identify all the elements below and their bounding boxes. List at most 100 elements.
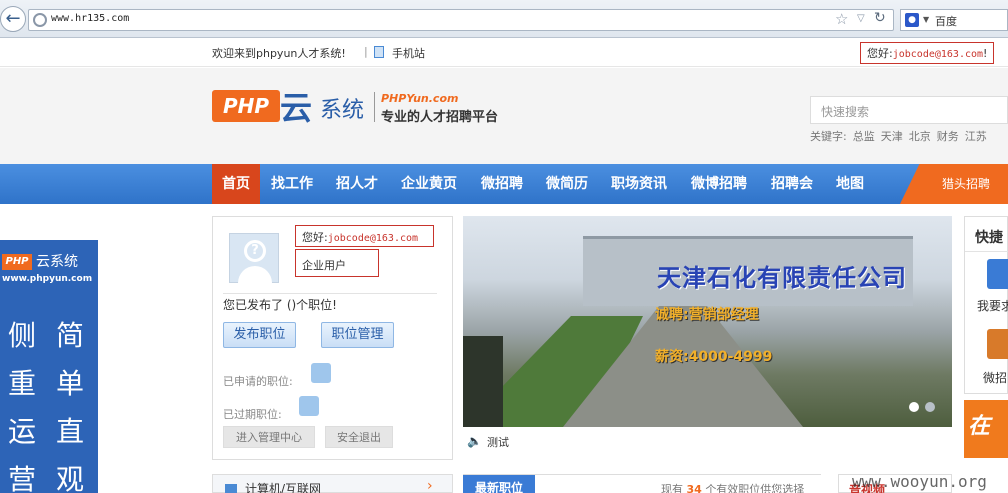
banner-caption: 🔈 测试 <box>463 427 952 455</box>
browser-toolbar: ← www.hr135.com ☆ ▽ ↻ ● ▼ 百度 <box>0 0 1008 38</box>
separator: | <box>364 45 368 58</box>
publish-job-button[interactable]: 发布职位 <box>223 322 296 348</box>
ad-char: 单 <box>56 367 85 400</box>
manage-jobs-button[interactable]: 职位管理 <box>321 322 394 348</box>
nav-item-weibo-recruit[interactable]: 微博招聘 <box>691 164 747 204</box>
avatar-body-shape <box>238 266 272 284</box>
keyword-link[interactable]: 北京 <box>909 130 931 143</box>
ad-url: www.phpyun.com <box>2 274 93 284</box>
ad-char: 直 <box>56 415 85 448</box>
nav-item-find-talent[interactable]: 招人才 <box>336 164 378 204</box>
side-advertisement[interactable]: PHP 云系统 www.phpyun.com 侧 简 重 单 运 直 营 观 <box>0 240 98 493</box>
micro-recruit-icon[interactable] <box>987 329 1008 359</box>
greeting-prefix: 您好: <box>867 47 893 60</box>
job-count-text: 现有 34 个有效职位供您选择 <box>661 481 804 493</box>
orange-ad-text: 在 <box>968 414 991 439</box>
chat-bubble-icon[interactable] <box>311 363 331 383</box>
banner-slide[interactable]: 天津石化有限责任公司 诚聘:营销部经理 薪资:4000-4999 <box>463 216 952 427</box>
nav-item-micro-recruit[interactable]: 微招聘 <box>481 164 523 204</box>
logo-domain: PHPYun.com <box>381 92 459 105</box>
logo-sys-text: 系统 <box>320 98 365 123</box>
panel-user-link[interactable]: jobcode@163.com <box>328 233 418 244</box>
main-nav: 首页 找工作 招人才 企业黄页 微招聘 微简历 职场资讯 微博招聘 招聘会 地图… <box>0 164 1008 204</box>
chevron-down-icon[interactable]: ▽ <box>857 13 865 24</box>
speaker-icon: 🔈 <box>467 434 482 448</box>
greeting-user-link[interactable]: jobcode@163.com <box>893 49 983 60</box>
user-type: 企业用户 <box>295 249 379 277</box>
slide-dot-active[interactable] <box>909 402 919 412</box>
keywords-label: 关键字: <box>810 130 847 143</box>
quick-nav-item[interactable]: 微招 <box>983 369 1007 386</box>
search-engine-dropdown-icon[interactable]: ▼ <box>923 15 929 24</box>
keyword-link[interactable]: 天津 <box>881 130 903 143</box>
ad-char: 重 <box>8 367 37 400</box>
computer-icon <box>225 484 237 493</box>
keyword-link[interactable]: 总监 <box>853 130 875 143</box>
nav-item-headhunter[interactable]: 猎头招聘 <box>900 164 1008 204</box>
globe-icon <box>33 13 47 27</box>
divider <box>223 293 437 294</box>
mobile-icon <box>374 46 384 58</box>
user-panel: ? 您好:jobcode@163.com 企业用户 您已发布了 ()个职位! 发… <box>212 216 453 460</box>
baidu-paw-icon: ● <box>905 13 919 27</box>
hot-keywords: 关键字: 总监 天津 北京 财务 江苏 <box>810 128 993 144</box>
job-category-item[interactable]: 计算机/互联网 › <box>212 474 453 493</box>
job-count-number: 34 <box>686 483 702 493</box>
logo-yun-char: 云 <box>280 89 313 127</box>
enter-admin-button[interactable]: 进入管理中心 <box>223 426 315 448</box>
banner-job-text: 诚聘:营销部经理 <box>655 307 759 323</box>
user-greeting: 您好:jobcode@163.com! <box>860 42 995 64</box>
logo-php-badge[interactable]: PHP <box>212 90 280 122</box>
ad-char: 侧 <box>8 319 37 352</box>
logo-slogan: 专业的人才招聘平台 <box>381 110 499 125</box>
shadow-shape <box>463 336 503 427</box>
mobile-site-link[interactable]: 手机站 <box>392 45 425 61</box>
ad-char: 运 <box>8 415 37 448</box>
keyword-link[interactable]: 财务 <box>937 130 959 143</box>
question-mark-icon: ? <box>244 240 266 262</box>
url-text: www.hr135.com <box>51 13 130 24</box>
quick-nav-title: 快捷 <box>975 230 1003 246</box>
ad-brand-text: 云系统 <box>36 254 78 270</box>
applied-jobs-label: 已申请的职位: <box>223 375 293 388</box>
nav-item-find-job[interactable]: 找工作 <box>271 164 313 204</box>
welcome-text: 欢迎来到phpyun人才系统! <box>212 47 346 60</box>
nav-item-home[interactable]: 首页 <box>212 164 260 204</box>
nav-item-map[interactable]: 地图 <box>836 164 864 204</box>
nav-item-career-news[interactable]: 职场资讯 <box>611 164 667 204</box>
caption-text[interactable]: 测试 <box>487 434 509 450</box>
chat-bubble-icon[interactable] <box>299 396 319 416</box>
search-engine-name: 百度 <box>935 15 957 28</box>
find-job-icon[interactable] <box>987 259 1008 289</box>
banner-company-title: 天津石化有限责任公司 <box>657 264 907 292</box>
chevron-right-icon: › <box>427 478 433 493</box>
quick-nav-panel: 快捷 我要求 微招 <box>964 216 1008 394</box>
avatar[interactable]: ? <box>229 233 279 284</box>
ad-php-badge: PHP <box>2 254 32 270</box>
star-icon[interactable]: ☆ <box>835 10 848 28</box>
expired-jobs-label: 已过期职位: <box>223 408 282 421</box>
category-label: 计算机/互联网 <box>245 482 322 493</box>
slide-dot[interactable] <box>925 402 935 412</box>
banner-salary-text: 薪资:4000-4999 <box>655 349 773 365</box>
address-bar[interactable]: www.hr135.com ☆ ▽ ↻ <box>28 9 894 31</box>
ad-char: 营 <box>8 463 37 493</box>
quick-nav-item[interactable]: 我要求 <box>977 297 1008 314</box>
orange-advertisement[interactable]: 在 <box>964 400 1008 458</box>
site-header: PHP 云 系统 PHPYun.com 专业的人才招聘平台 快速搜索 关键字: 总… <box>0 68 1008 164</box>
panel-greeting: 您好:jobcode@163.com <box>295 225 434 247</box>
job-count-prefix: 现有 <box>661 483 683 493</box>
browser-search-box[interactable]: ● ▼ 百度 <box>900 9 1008 31</box>
job-count-suffix: 个有效职位供您选择 <box>705 483 805 493</box>
tab-latest-jobs[interactable]: 最新职位 <box>463 475 535 493</box>
nav-item-job-fair[interactable]: 招聘会 <box>771 164 813 204</box>
keyword-link[interactable]: 江苏 <box>965 130 987 143</box>
reload-icon[interactable]: ↻ <box>874 10 886 26</box>
logout-button[interactable]: 安全退出 <box>325 426 393 448</box>
nav-item-company-directory[interactable]: 企业黄页 <box>401 164 457 204</box>
back-button[interactable]: ← <box>0 6 26 32</box>
published-count-text: 您已发布了 ()个职位! <box>223 298 337 312</box>
nav-item-micro-resume[interactable]: 微简历 <box>546 164 588 204</box>
quick-search-input[interactable]: 快速搜索 <box>810 96 1008 124</box>
watermark: www.wooyun.org <box>852 472 987 491</box>
